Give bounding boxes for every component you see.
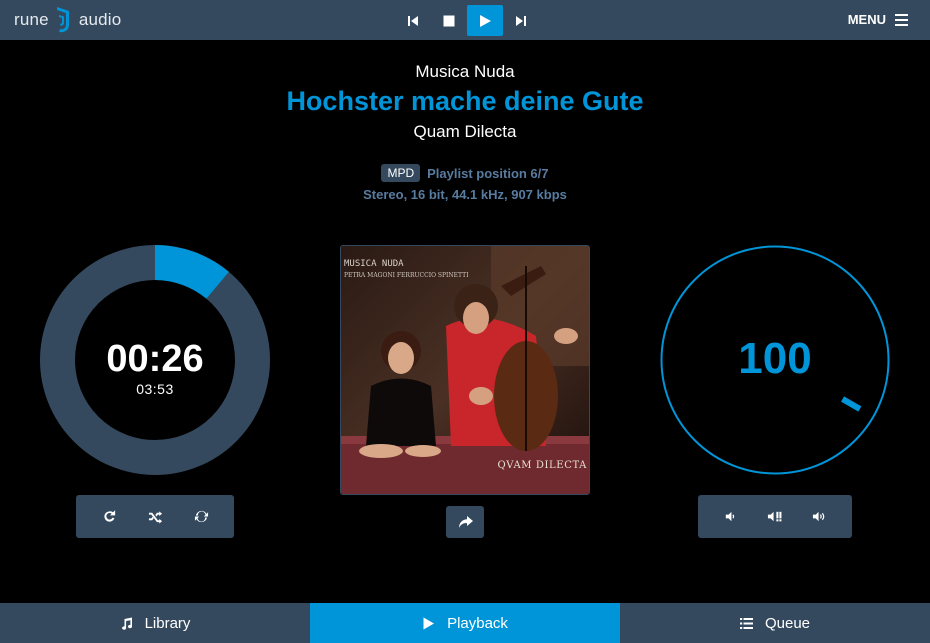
- shuffle-icon: [148, 511, 162, 524]
- share-button[interactable]: [446, 506, 484, 538]
- menu-label: MENU: [847, 12, 886, 27]
- repeat-button[interactable]: [89, 495, 129, 538]
- track-album[interactable]: Quam Dilecta: [0, 122, 930, 142]
- album-cover[interactable]: MUSICA NUDA PETRA MAGONI FERRUCCIO SPINE…: [340, 245, 590, 495]
- previous-icon: [408, 15, 418, 26]
- play-button[interactable]: [467, 5, 503, 36]
- next-icon: [516, 15, 526, 26]
- hamburger-icon: [895, 13, 908, 26]
- play-icon: [423, 617, 435, 629]
- mute-button[interactable]: [755, 495, 795, 538]
- repeat-icon: [103, 510, 115, 522]
- cover-subtitle: PETRA MAGONI FERRUCCIO SPINETTI: [344, 272, 469, 279]
- total-time: 03:53: [136, 381, 174, 397]
- next-button[interactable]: [503, 5, 539, 36]
- source-badge: MPD: [381, 164, 421, 182]
- top-bar: rune audio MENU: [0, 0, 930, 40]
- transport-controls: [395, 5, 539, 36]
- rune-logo-icon: [56, 7, 69, 33]
- playback-mode-controls: [76, 495, 234, 538]
- logo-text-rune: rune: [14, 10, 49, 29]
- playlist-position: Playlist position 6/7: [427, 165, 549, 181]
- tab-playback-label: Playback: [447, 614, 508, 632]
- volume-controls: [698, 495, 852, 538]
- progress-arc: [154, 245, 229, 300]
- cover-album-title: QVAM DILECTA: [497, 460, 587, 471]
- previous-button[interactable]: [395, 5, 431, 36]
- volume-value: 100: [738, 334, 812, 383]
- music-note-icon: [121, 617, 132, 630]
- tab-queue[interactable]: Queue: [620, 603, 930, 643]
- playback-status: MPD Playlist position 6/7: [0, 164, 930, 182]
- mute-icon: [768, 511, 782, 522]
- volume-up-button[interactable]: [800, 495, 840, 538]
- rune-audio-logo[interactable]: rune audio: [14, 7, 122, 33]
- tab-library[interactable]: Library: [0, 603, 310, 643]
- stop-icon: [443, 15, 455, 26]
- track-title[interactable]: Hochster mache deine Gute: [0, 86, 930, 117]
- play-icon: [480, 14, 491, 27]
- audio-format: Stereo, 16 bit, 44.1 kHz, 907 kbps: [363, 187, 567, 202]
- elapsed-time: 00:26: [106, 338, 204, 380]
- volume-up-icon: [813, 511, 825, 522]
- volume-indicator: [841, 396, 862, 412]
- tab-playback[interactable]: Playback: [310, 603, 620, 643]
- tab-queue-label: Queue: [764, 614, 811, 632]
- bottom-navigation: Library Playback Queue: [0, 603, 930, 643]
- share-icon: [458, 515, 473, 528]
- list-icon: [739, 617, 753, 629]
- stop-button[interactable]: [431, 5, 467, 36]
- refresh-button[interactable]: [181, 495, 221, 538]
- volume-down-button[interactable]: [710, 495, 750, 538]
- logo-text-audio: audio: [78, 10, 122, 29]
- menu-button[interactable]: MENU: [848, 12, 908, 27]
- refresh-icon: [194, 510, 208, 523]
- shuffle-button[interactable]: [135, 495, 175, 538]
- volume-down-icon: [725, 511, 734, 522]
- tab-library-label: Library: [144, 614, 191, 632]
- cover-photo: [341, 246, 589, 494]
- cover-title: MUSICA NUDA: [344, 259, 404, 269]
- track-artist[interactable]: Musica Nuda: [0, 62, 930, 82]
